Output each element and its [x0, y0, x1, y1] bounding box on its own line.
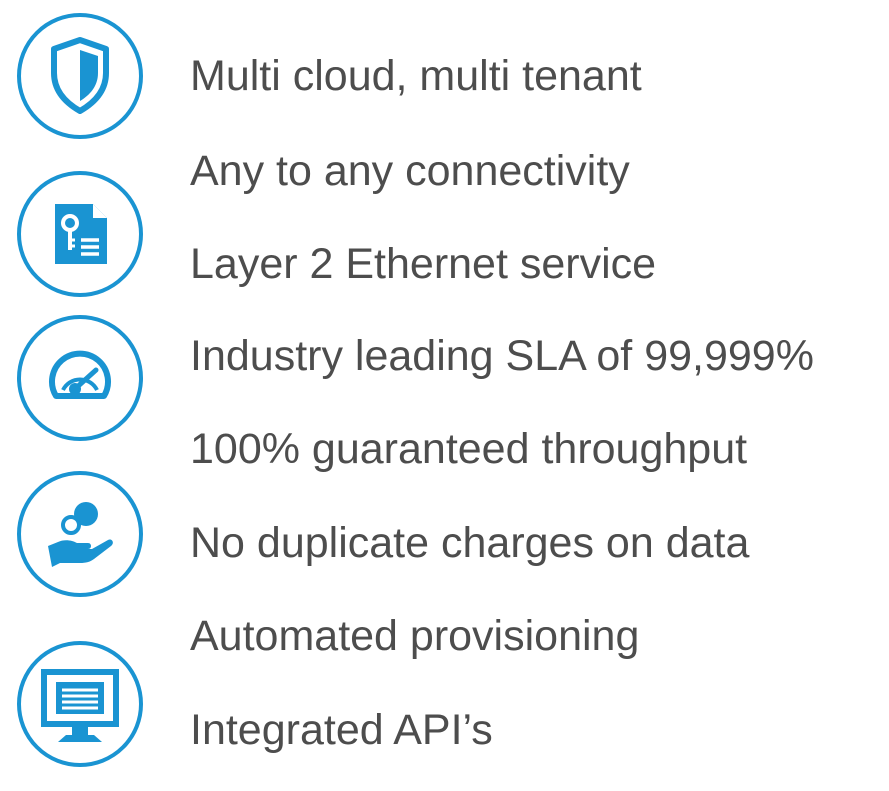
monitor-icon — [14, 638, 146, 770]
feature-item: Any to any connectivity — [190, 147, 630, 195]
shield-icon — [14, 10, 146, 142]
feature-item: Industry leading SLA of 99,999% — [190, 332, 814, 380]
feature-list: Multi cloud, multi tenant Any to any con… — [190, 0, 889, 791]
document-key-icon — [14, 168, 146, 300]
feature-item: 100% guaranteed throughput — [190, 425, 748, 473]
hand-coins-icon — [14, 468, 146, 600]
speedometer-icon — [14, 312, 146, 444]
feature-item: Integrated API’s — [190, 706, 493, 754]
feature-item: No duplicate charges on data — [190, 519, 750, 567]
feature-item: Multi cloud, multi tenant — [190, 52, 642, 100]
icon-column — [0, 0, 160, 791]
feature-item: Layer 2 Ethernet service — [190, 240, 657, 288]
feature-item: Automated provisioning — [190, 612, 640, 660]
